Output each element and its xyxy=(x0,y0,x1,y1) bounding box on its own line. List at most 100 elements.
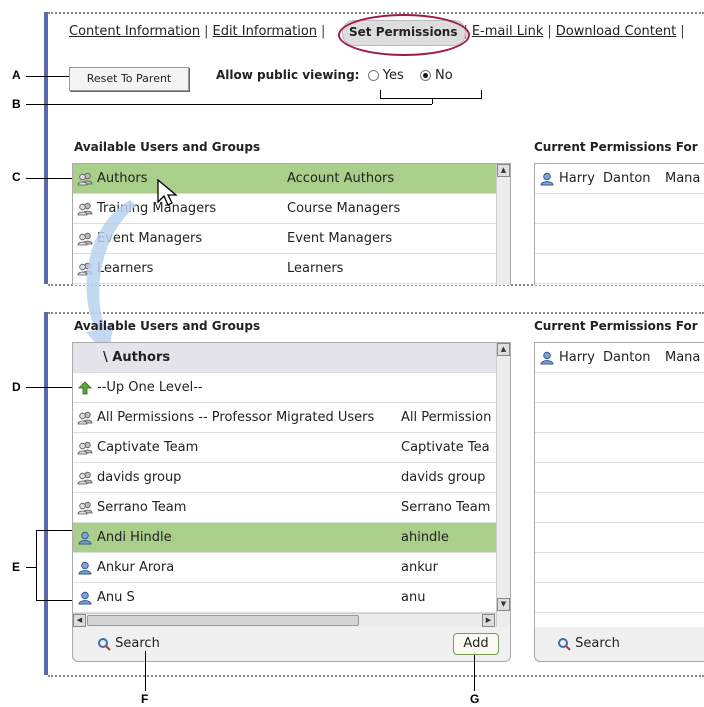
tab-email-link[interactable]: E-mail Link xyxy=(472,24,544,39)
callout-f: F xyxy=(141,692,149,706)
callout-b-bracket xyxy=(380,98,482,99)
current-user-last: Danton xyxy=(603,350,651,365)
callout-b-bracket xyxy=(432,98,433,104)
current-permissions-title: Current Permissions For xyxy=(534,140,698,154)
list-item-name: All Permissions -- Professor Migrated Us… xyxy=(97,410,375,425)
top-dotted-border xyxy=(48,12,704,14)
user-icon xyxy=(540,172,554,186)
scroll-left-icon[interactable]: ◀ xyxy=(73,614,86,627)
list-item[interactable]: Harry Danton Mana xyxy=(535,164,704,194)
callout-g: G xyxy=(470,692,480,706)
radio-yes[interactable] xyxy=(367,70,379,81)
add-button[interactable]: Add xyxy=(453,633,499,655)
radio-no[interactable] xyxy=(419,70,431,81)
reset-to-parent-button[interactable]: Reset To Parent xyxy=(69,67,189,91)
user-icon xyxy=(78,591,92,605)
list-item[interactable]: Harry Danton Mana xyxy=(535,343,704,373)
group-icon xyxy=(77,441,93,455)
callout-c-leader xyxy=(26,178,74,179)
breadcrumb-label: \ Authors xyxy=(103,350,171,365)
scroll-right-icon[interactable]: ▶ xyxy=(482,614,495,627)
user-icon xyxy=(78,561,92,575)
scroll-thumb[interactable] xyxy=(87,615,359,626)
current-user-first: Harry xyxy=(559,171,595,186)
list-item-name: Anu S xyxy=(97,590,135,605)
callout-g-leader xyxy=(474,655,475,691)
callout-d-leader xyxy=(26,387,74,388)
horizontal-scrollbar[interactable]: ◀ ▶ xyxy=(73,613,496,627)
list-item-name: Authors xyxy=(97,171,148,186)
tab-download-content[interactable]: Download Content xyxy=(556,24,676,39)
list-item xyxy=(535,224,704,254)
list-item xyxy=(535,463,704,493)
scroll-up-icon[interactable]: ▲ xyxy=(497,343,510,356)
list-item-name: Captivate Team xyxy=(97,440,199,455)
list-item-name: davids group xyxy=(97,470,182,485)
up-one-level-label: --Up One Level-- xyxy=(97,380,203,395)
list-item-description: ahindle xyxy=(401,530,449,545)
group-icon xyxy=(77,172,93,186)
current-permissions-list: Harry Danton Mana xyxy=(534,163,704,285)
search-label: Search xyxy=(115,636,160,651)
list-item xyxy=(535,254,704,284)
available-users-list-2: \ Authors --Up One Level-- All Permissio… xyxy=(72,342,511,628)
search-icon xyxy=(98,637,111,651)
search-button-right[interactable]: Search xyxy=(557,636,620,651)
group-icon xyxy=(77,471,93,485)
mouse-cursor-icon xyxy=(157,178,178,206)
breadcrumb: \ Authors xyxy=(73,343,496,373)
top-accent-bar xyxy=(44,12,48,284)
up-one-level-row[interactable]: --Up One Level-- xyxy=(73,373,496,403)
current-permissions-title-2: Current Permissions For xyxy=(534,319,698,333)
list-item[interactable]: Captivate Team Captivate Tea xyxy=(73,433,496,463)
list-item-description: anu xyxy=(401,590,426,605)
tab-edit-information[interactable]: Edit Information xyxy=(212,24,317,39)
scroll-up-icon[interactable]: ▲ xyxy=(497,164,510,177)
group-icon xyxy=(77,501,93,515)
list-item-description: Course Managers xyxy=(287,201,401,216)
scroll-down-icon[interactable]: ▼ xyxy=(497,598,510,611)
callout-d: D xyxy=(12,380,21,394)
list-item-description: davids group xyxy=(401,470,486,485)
list-item-name: Ankur Arora xyxy=(97,560,175,575)
search-button[interactable]: Search xyxy=(97,636,160,651)
current-user-role: Mana xyxy=(665,350,701,365)
highlight-oval xyxy=(338,14,470,56)
list-item-description: Event Managers xyxy=(287,231,393,246)
list-item xyxy=(535,493,704,523)
list-item[interactable]: Andi Hindle ahindle xyxy=(73,523,496,553)
list-item-description: Account Authors xyxy=(287,171,395,186)
tab-content-information[interactable]: Content Information xyxy=(69,24,200,39)
callout-b-bracket xyxy=(380,90,381,98)
nav-separator: | xyxy=(547,24,552,39)
search-label: Search xyxy=(575,636,620,651)
list-item[interactable]: davids group davids group xyxy=(73,463,496,493)
list-item xyxy=(535,523,704,553)
list-item xyxy=(535,433,704,463)
callout-e-leader xyxy=(26,567,36,568)
list-item xyxy=(535,194,704,224)
list-item[interactable]: All Permissions -- Professor Migrated Us… xyxy=(73,403,496,433)
scrollbar[interactable]: ▲ xyxy=(496,164,510,285)
list-item xyxy=(535,284,704,285)
scrollbar[interactable]: ▲ ▼ xyxy=(496,343,510,628)
callout-b-leader xyxy=(26,104,432,105)
callout-f-leader xyxy=(145,651,146,691)
up-level-arrow-icon xyxy=(78,381,92,395)
bottom-accent-bar xyxy=(44,312,48,675)
bottom-dotted-border xyxy=(48,675,704,677)
user-icon xyxy=(78,531,92,545)
callout-b-bracket xyxy=(481,90,482,98)
list-item[interactable]: Anu S anu xyxy=(73,583,496,613)
list-item[interactable]: Serrano Team Serrano Team xyxy=(73,493,496,523)
list-footer: Search Add xyxy=(72,627,511,662)
public-viewing-control: Allow public viewing: Yes No xyxy=(216,68,453,83)
callout-e-bracket xyxy=(36,530,37,600)
list-item[interactable]: Ankur Arora ankur xyxy=(73,553,496,583)
search-icon xyxy=(558,637,571,651)
nav-separator: | xyxy=(321,24,326,39)
list-item xyxy=(535,583,704,613)
callout-c: C xyxy=(12,170,21,184)
callout-e-bracket xyxy=(36,600,74,601)
callout-e-bracket xyxy=(36,530,74,531)
